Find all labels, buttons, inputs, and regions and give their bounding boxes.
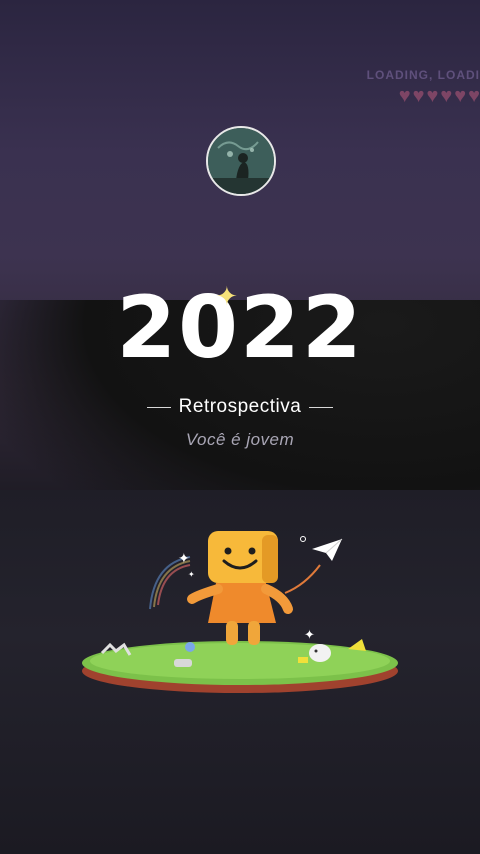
divider-right bbox=[309, 406, 334, 408]
profile-avatar[interactable] bbox=[206, 126, 276, 196]
svg-text:✦: ✦ bbox=[188, 570, 195, 579]
subtitle-row: Retrospectiva bbox=[0, 396, 480, 418]
year-title: 2022 bbox=[116, 278, 364, 378]
heart-icon: ♥ bbox=[468, 85, 480, 107]
avatar-image bbox=[208, 128, 274, 194]
mascot-character bbox=[187, 531, 293, 645]
paper-plane-icon bbox=[312, 538, 343, 561]
hearts-row: ♥ ♥ ♥ ♥ ♥ ♥ bbox=[399, 86, 480, 106]
divider-left bbox=[146, 406, 171, 408]
svg-text:✦: ✦ bbox=[304, 628, 315, 643]
heart-icon: ♥ bbox=[426, 85, 439, 107]
heart-icon: ♥ bbox=[440, 85, 453, 107]
loading-text: LOADING, LOADI bbox=[366, 68, 480, 82]
retrospective-title: Retrospectiva bbox=[178, 396, 302, 417]
heart-icon: ♥ bbox=[398, 85, 411, 107]
sparkle-icon: ✦ bbox=[216, 281, 238, 311]
mascot-illustration: ✦ ✦ ✦ bbox=[82, 531, 398, 693]
svg-text:✦: ✦ bbox=[178, 551, 190, 567]
heart-icon: ♥ bbox=[454, 85, 467, 107]
heart-icon: ♥ bbox=[412, 85, 425, 107]
tagline: Você é jovem bbox=[185, 430, 295, 449]
